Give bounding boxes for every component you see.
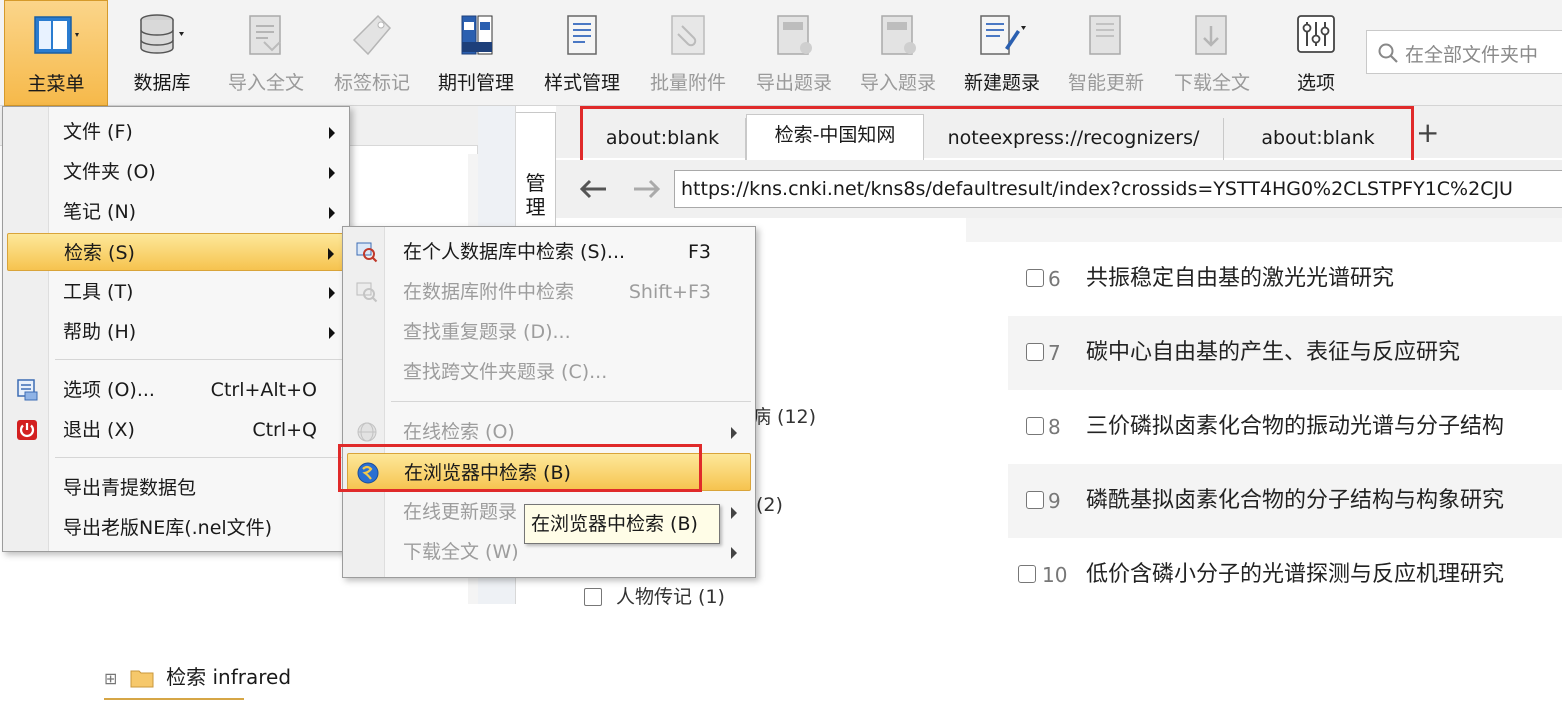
menu-item-tools[interactable]: 工具 (T) [7,273,345,311]
menu-separator [391,401,751,402]
manage-tab[interactable]: 管理 [516,112,556,232]
menu-item-help[interactable]: 帮助 (H) [7,313,345,351]
submenu-arrow-icon [329,327,335,339]
submenu-item-search-personal-db[interactable]: 在个人数据库中检索 (S)... F3 [347,233,751,271]
search-icon [356,282,378,303]
result-title[interactable]: 三价磷拟卤素化合物的振动光谱与分子结构 [1086,390,1504,464]
result-title[interactable]: 碳中心自由基的产生、表征与反应研究 [1086,316,1460,390]
toolbar: 主菜单 数据库 导入全文 标签标记 期刊管理 样式管理 批量附件 导出题录 导入… [0,0,1562,106]
database-icon [140,14,184,54]
tree-item-label: 检索 infrared [166,665,292,689]
submenu-arrow-icon [329,167,335,179]
address-bar[interactable]: https://kns.cnki.net/kns8s/defaultresult… [674,170,1562,208]
url-text: https://kns.cnki.net/kns8s/defaultresult… [681,178,1513,200]
new-record-icon [980,15,1026,55]
submenu-arrow-icon [329,207,335,219]
tag-icon [352,14,392,56]
menu-item-options[interactable]: 选项 (O)... Ctrl+Alt+O [7,371,345,409]
result-row[interactable]: 6 共振稳定自由基的激光光谱研究 [1008,242,1562,316]
download-fulltext-button[interactable]: 下载全文 [1164,0,1260,106]
result-checkbox[interactable] [1026,491,1044,509]
submenu-item-find-duplicates[interactable]: 查找重复题录 (D)... [347,313,751,351]
import-records-button[interactable]: 导入题录 [850,0,946,106]
facet-checkbox[interactable] [584,588,602,606]
power-icon [17,420,37,440]
main-menu-dropdown: 文件 (F) 文件夹 (O) 笔记 (N) 检索 (S) 工具 (T) 帮助 (… [2,106,350,552]
search-icon [1378,43,1398,63]
smart-update-icon [1089,15,1121,55]
menu-item-export-nel[interactable]: 导出老版NE库(.nel文件) [7,509,345,547]
menu-separator [55,359,345,360]
result-checkbox[interactable] [1026,269,1044,287]
result-checkbox[interactable] [1026,417,1044,435]
menu-item-export-qingti[interactable]: 导出青提数据包 [7,469,345,507]
submenu-item-find-cross-folder[interactable]: 查找跨文件夹题录 (C)... [347,353,751,391]
batch-attachment-button[interactable]: 批量附件 [640,0,736,106]
smart-update-button[interactable]: 智能更新 [1058,0,1154,106]
result-row[interactable]: 10 低价含磷小分子的光谱探测与反应机理研究 [1008,538,1562,612]
facet-item[interactable]: (2) [756,494,783,516]
menu-item-folder[interactable]: 文件夹 (O) [7,153,345,191]
submenu-arrow-icon [731,427,737,439]
folder-icon [130,670,154,688]
globe-icon [357,422,377,442]
result-row-partial [966,218,1562,242]
submenu-item-search-attachments[interactable]: 在数据库附件中检索 Shift+F3 [347,273,751,311]
tabs-highlight-box [580,106,1414,164]
search-icon [356,242,378,263]
journal-icon [461,15,493,55]
new-tab-button[interactable]: + [1416,116,1439,149]
menu-item-search[interactable]: 检索 (S) [7,233,345,271]
style-icon [567,15,597,55]
submenu-arrow-icon [329,287,335,299]
main-menu-button[interactable]: 主菜单 [4,0,108,106]
browser-search-highlight-box [338,444,702,492]
submenu-arrow-icon [731,547,737,559]
forward-arrow-icon[interactable] [632,178,662,200]
result-checkbox[interactable] [1026,343,1044,361]
result-checkbox[interactable] [1018,565,1036,583]
options-icon [17,379,38,401]
tag-button[interactable]: 标签标记 [324,0,420,106]
submenu-arrow-icon [731,507,737,519]
tree-item-partial [104,698,244,712]
result-title[interactable]: 低价含磷小分子的光谱探测与反应机理研究 [1086,538,1504,612]
download-icon [1195,15,1227,55]
style-button[interactable]: 样式管理 [534,0,630,106]
result-title[interactable]: 共振稳定自由基的激光光谱研究 [1086,242,1394,316]
import-fulltext-icon [249,15,281,55]
facet-item[interactable]: 病 (12) [752,402,816,429]
result-title[interactable]: 磷酰基拟卤素化合物的分子结构与构象研究 [1086,464,1504,538]
menu-item-notes[interactable]: 笔记 (N) [7,193,345,231]
options-icon [1297,15,1335,53]
tree-item-infrared[interactable]: ⊞ 检索 infrared [104,664,291,690]
journal-button[interactable]: 期刊管理 [428,0,524,106]
main-menu-icon [34,16,79,54]
submenu-arrow-icon [329,127,335,139]
menu-separator [55,457,345,458]
options-button[interactable]: 选项 [1270,0,1362,106]
new-record-button[interactable]: 新建题录 [954,0,1050,106]
submenu-arrow-icon [328,248,334,260]
menu-item-exit[interactable]: 退出 (X) Ctrl+Q [7,411,345,449]
import-icon [881,15,916,55]
export-icon [777,15,812,55]
import-fulltext-button[interactable]: 导入全文 [218,0,314,106]
attachment-icon [671,15,705,55]
expand-icon[interactable]: ⊞ [104,669,117,688]
menu-item-file[interactable]: 文件 (F) [7,113,345,151]
facet-item-biography[interactable]: 人物传记 (1) [584,582,725,609]
manage-tab-label: 管理 [525,171,546,219]
tooltip: 在浏览器中检索 (B) [524,504,720,544]
search-placeholder: 在全部文件夹中 [1405,44,1539,66]
result-row[interactable]: 8 三价磷拟卤素化合物的振动光谱与分子结构 [1008,390,1562,464]
export-records-button[interactable]: 导出题录 [746,0,842,106]
database-button[interactable]: 数据库 [118,0,206,106]
result-row[interactable]: 7 碳中心自由基的产生、表征与反应研究 [1008,316,1562,390]
global-search-input[interactable]: 在全部文件夹中 [1366,30,1562,74]
back-arrow-icon[interactable] [578,178,608,200]
result-row[interactable]: 9 磷酰基拟卤素化合物的分子结构与构象研究 [1008,464,1562,538]
